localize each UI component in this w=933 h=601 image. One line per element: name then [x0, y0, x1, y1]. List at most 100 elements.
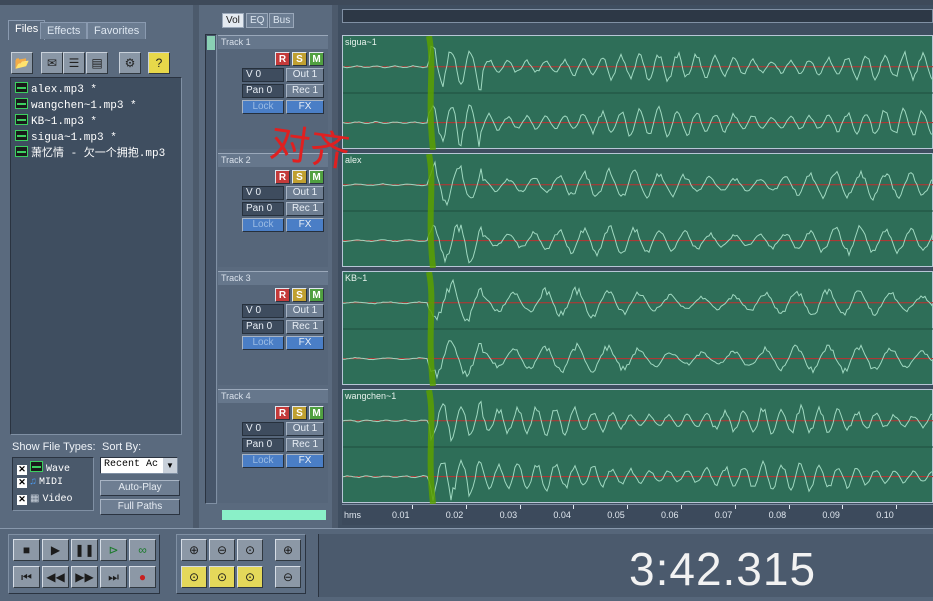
file-type-wave[interactable]: ✕ Wave: [17, 461, 70, 475]
pause-icon[interactable]: ❚❚: [71, 539, 98, 561]
lock-button[interactable]: Lock: [242, 100, 284, 114]
tab-effects[interactable]: Effects: [40, 22, 88, 39]
wave-track[interactable]: wangchen~1: [342, 389, 933, 504]
insert-multitrack-icon[interactable]: ▤: [86, 52, 108, 74]
play-icon[interactable]: ▶: [42, 539, 69, 561]
zoom-right-icon[interactable]: ⊙: [237, 566, 263, 588]
zoom-out-vertical-icon[interactable]: ⊖: [275, 566, 301, 588]
mute-button[interactable]: M: [309, 52, 324, 66]
fast-forward-icon[interactable]: ▶▶: [71, 566, 98, 588]
zoom-out-icon[interactable]: ⊖: [209, 539, 235, 561]
volume-field[interactable]: V 0: [242, 68, 284, 82]
zoom-selection-icon[interactable]: ⊙: [181, 566, 207, 588]
settings-icon[interactable]: ⚙: [119, 52, 141, 74]
full-paths-button[interactable]: Full Paths: [100, 499, 180, 515]
file-type-video[interactable]: ✕ ▦ Video: [17, 493, 72, 505]
tab-vol[interactable]: Vol: [222, 13, 244, 28]
ruler-tick-label: 0.08: [768, 510, 787, 520]
lock-button[interactable]: Lock: [242, 218, 284, 232]
output-button[interactable]: Out 1: [286, 186, 324, 200]
record-icon[interactable]: ●: [129, 566, 156, 588]
track-scrollbar[interactable]: [205, 34, 217, 504]
list-item[interactable]: KB~1.mp3 *: [15, 114, 97, 130]
wave-track[interactable]: sigua~1: [342, 35, 933, 150]
play-from-cursor-icon[interactable]: ⊳: [100, 539, 127, 561]
auto-play-button[interactable]: Auto-Play: [100, 480, 180, 496]
tab-bus[interactable]: Bus: [269, 13, 295, 28]
file-type-midi[interactable]: ✕ ♫ MIDI: [17, 477, 63, 488]
record-input-button[interactable]: Rec 1: [286, 438, 324, 452]
solo-button[interactable]: S: [292, 406, 307, 420]
mute-button[interactable]: M: [309, 170, 324, 184]
fx-button[interactable]: FX: [286, 336, 324, 350]
wave-track[interactable]: alex: [342, 153, 933, 268]
fx-button[interactable]: FX: [286, 100, 324, 114]
volume-field[interactable]: V 0: [242, 422, 284, 436]
ruler-tick: [412, 505, 413, 509]
checkbox-wave[interactable]: ✕: [17, 465, 27, 475]
close-file-icon[interactable]: ✉: [41, 52, 63, 74]
zoom-in-icon[interactable]: ⊕: [181, 539, 207, 561]
solo-button[interactable]: S: [292, 52, 307, 66]
stop-icon[interactable]: ■: [13, 539, 40, 561]
chevron-down-icon[interactable]: ▼: [163, 458, 177, 473]
sort-by-select[interactable]: Recent Ac ▼: [100, 457, 178, 474]
volume-field[interactable]: V 0: [242, 304, 284, 318]
list-item[interactable]: sigua~1.mp3 *: [15, 130, 117, 146]
loop-icon[interactable]: ∞: [129, 539, 156, 561]
list-item[interactable]: 萧忆情 - 欠一个拥抱.mp3: [15, 146, 165, 162]
record-arm-button[interactable]: R: [275, 406, 290, 420]
time-ruler[interactable]: hms 0.01 0.02 0.03 0.04 0.05 0.06 0.07 0.08 0.09…: [342, 504, 933, 525]
fx-button[interactable]: FX: [286, 454, 324, 468]
output-button[interactable]: Out 1: [286, 304, 324, 318]
multitrack-view[interactable]: hms 0.01 0.02 0.03 0.04 0.05 0.06 0.07 0.08 0.09…: [338, 5, 933, 528]
rewind-icon[interactable]: ◀◀: [42, 566, 69, 588]
track-name[interactable]: Track 4: [218, 389, 328, 403]
checkbox-midi[interactable]: ✕: [17, 478, 27, 488]
output-button[interactable]: Out 1: [286, 422, 324, 436]
output-button[interactable]: Out 1: [286, 68, 324, 82]
solo-button[interactable]: S: [292, 170, 307, 184]
track-2-controls: Track 2 RSM V 0 Out 1 Pan 0 Rec 1 Lock FX: [218, 153, 328, 267]
scroll-thumb[interactable]: [207, 36, 215, 50]
list-item[interactable]: alex.mp3 *: [15, 82, 97, 98]
record-input-button[interactable]: Rec 1: [286, 202, 324, 216]
pan-field[interactable]: Pan 0: [242, 84, 284, 98]
tab-favorites[interactable]: Favorites: [87, 22, 147, 39]
mute-button[interactable]: M: [309, 288, 324, 302]
track-name[interactable]: Track 2: [218, 153, 328, 167]
video-type-icon: ▦: [30, 494, 40, 505]
record-arm-button[interactable]: R: [275, 170, 290, 184]
volume-field[interactable]: V 0: [242, 186, 284, 200]
zoom-in-vertical-icon[interactable]: ⊕: [275, 539, 301, 561]
track-name[interactable]: Track 1: [218, 35, 328, 49]
pan-field[interactable]: Pan 0: [242, 438, 284, 452]
record-arm-button[interactable]: R: [275, 52, 290, 66]
go-to-end-icon[interactable]: ⏭: [100, 566, 127, 588]
record-arm-button[interactable]: R: [275, 288, 290, 302]
clip-name: sigua~1: [345, 37, 377, 47]
zoom-controls: ⊕ ⊖ ⊙ ⊕ ⊙ ⊙ ⊙ ⊖: [176, 534, 306, 594]
zoom-full-icon[interactable]: ⊙: [237, 539, 263, 561]
track-name[interactable]: Track 3: [218, 271, 328, 285]
help-icon[interactable]: ?: [148, 52, 170, 74]
insert-icon[interactable]: ☰: [63, 52, 85, 74]
open-folder-icon[interactable]: 📂: [11, 52, 33, 74]
zoom-left-icon[interactable]: ⊙: [209, 566, 235, 588]
solo-button[interactable]: S: [292, 288, 307, 302]
lock-button[interactable]: Lock: [242, 336, 284, 350]
pan-field[interactable]: Pan 0: [242, 202, 284, 216]
file-list[interactable]: alex.mp3 * wangchen~1.mp3 * KB~1.mp3 * s…: [10, 77, 182, 435]
wave-track[interactable]: KB~1: [342, 271, 933, 386]
mute-button[interactable]: M: [309, 406, 324, 420]
timeline-overview[interactable]: [342, 9, 933, 23]
go-to-start-icon[interactable]: ⏮: [13, 566, 40, 588]
record-input-button[interactable]: Rec 1: [286, 84, 324, 98]
fx-button[interactable]: FX: [286, 218, 324, 232]
lock-button[interactable]: Lock: [242, 454, 284, 468]
tab-eq[interactable]: EQ: [246, 13, 269, 28]
pan-field[interactable]: Pan 0: [242, 320, 284, 334]
checkbox-video[interactable]: ✕: [17, 495, 27, 505]
list-item[interactable]: wangchen~1.mp3 *: [15, 98, 137, 114]
record-input-button[interactable]: Rec 1: [286, 320, 324, 334]
